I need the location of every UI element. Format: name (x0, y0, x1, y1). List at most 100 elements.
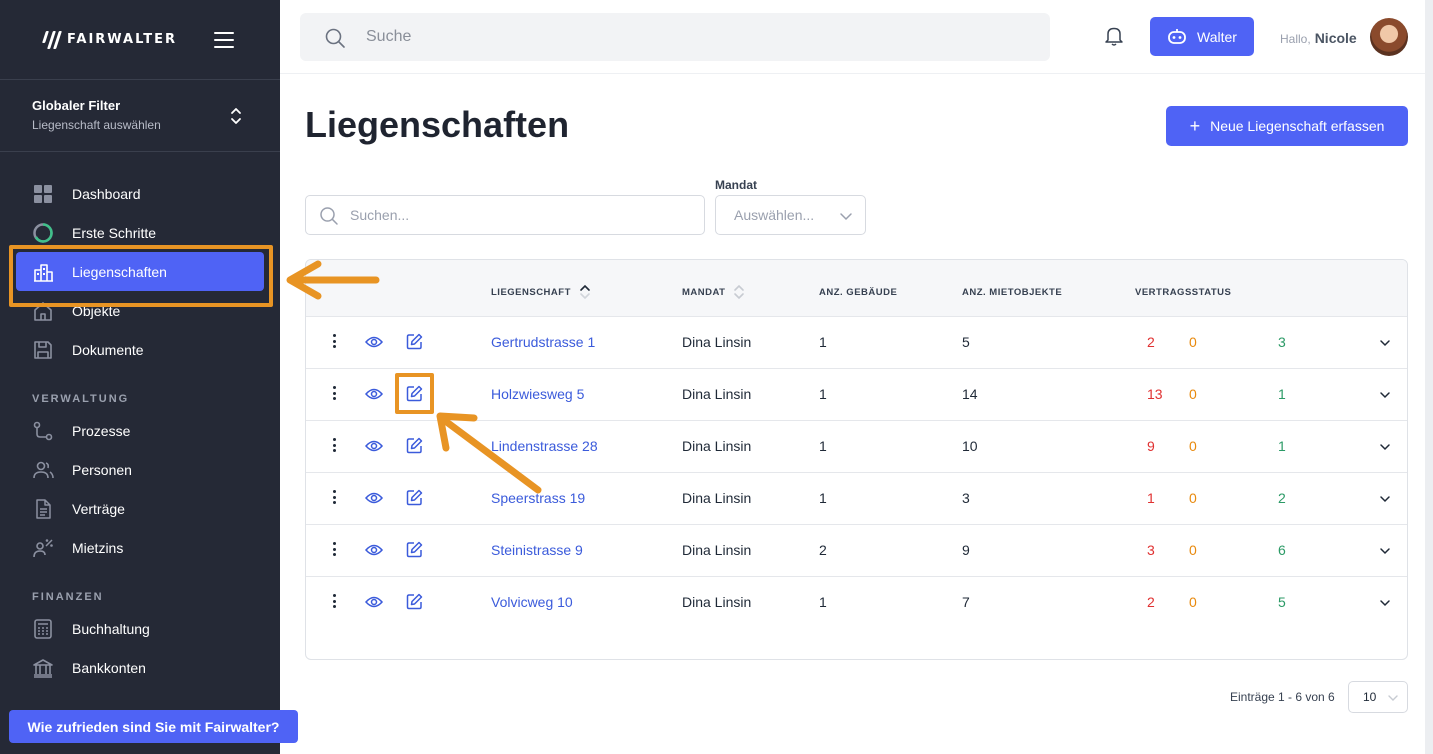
property-name-link[interactable]: Steinistrasse 9 (491, 542, 583, 558)
table-row: Gertrudstrasse 1 Dina Linsin 1 5 2 0 3 (306, 317, 1407, 369)
eye-icon[interactable] (365, 439, 383, 453)
edit-icon[interactable] (406, 593, 423, 610)
walter-assistant-button[interactable]: Walter (1150, 17, 1254, 56)
edit-icon[interactable] (406, 541, 423, 558)
property-name-link[interactable]: Lindenstrasse 28 (491, 438, 598, 454)
sidebar-item-bankkonten[interactable]: Bankkonten (0, 648, 280, 687)
more-options-icon[interactable] (333, 594, 337, 608)
mietobjekte-cell: 3 (962, 490, 970, 506)
fairwalter-logo[interactable]: FAIRWALTER (42, 30, 178, 49)
gebaeude-cell: 1 (819, 594, 827, 610)
mandat-select[interactable]: Auswählen... (715, 195, 866, 235)
chevron-down-icon (1388, 695, 1398, 701)
eye-icon[interactable] (365, 335, 383, 349)
more-options-icon[interactable] (333, 438, 337, 452)
property-name-link[interactable]: Gertrudstrasse 1 (491, 334, 595, 350)
chevron-down-icon[interactable] (1379, 390, 1391, 400)
sidebar-item-vertraege[interactable]: Verträge (0, 489, 280, 528)
document-icon (36, 499, 51, 519)
buildings-icon (34, 264, 53, 282)
sort-icon[interactable] (733, 283, 745, 301)
mietobjekte-cell: 5 (962, 334, 970, 350)
chevron-down-icon[interactable] (1379, 546, 1391, 556)
gebaeude-cell: 2 (819, 542, 827, 558)
status-count-red: 13 (1147, 386, 1163, 402)
chevron-down-icon[interactable] (1379, 598, 1391, 608)
more-options-icon[interactable] (333, 490, 337, 504)
sidebar-item-label: Dashboard (72, 185, 141, 202)
status-count-red: 9 (1147, 438, 1155, 454)
progress-ring-icon (33, 223, 53, 243)
sidebar-item-label: Bankkonten (72, 659, 146, 676)
sidebar-item-dokumente[interactable]: Dokumente (0, 330, 280, 369)
gebaeude-cell: 1 (819, 386, 827, 402)
sidebar-item-label: Buchhaltung (72, 620, 150, 637)
sidebar-item-liegenschaften[interactable]: Liegenschaften (16, 252, 264, 291)
edit-icon[interactable] (406, 385, 423, 402)
sidebar-item-dashboard[interactable]: Dashboard (0, 174, 280, 213)
scrollbar-track[interactable] (1425, 0, 1433, 754)
eye-icon[interactable] (365, 595, 383, 609)
column-label: LIEGENSCHAFT (491, 286, 571, 298)
sidebar-item-buchhaltung[interactable]: Buchhaltung (0, 609, 280, 648)
eye-icon[interactable] (365, 387, 383, 401)
more-options-icon[interactable] (333, 542, 337, 556)
new-property-button[interactable]: + Neue Liegenschaft erfassen (1166, 106, 1408, 146)
eye-icon[interactable] (365, 543, 383, 557)
mandat-cell: Dina Linsin (682, 386, 752, 402)
chevron-down-icon[interactable] (1379, 494, 1391, 504)
table-search-input[interactable] (350, 207, 690, 223)
sidebar-item-personen[interactable]: Personen (0, 450, 280, 489)
sidebar-item-label: Liegenschaften (72, 263, 167, 280)
bell-icon[interactable] (1104, 25, 1124, 47)
chevron-down-icon[interactable] (1379, 442, 1391, 452)
sidebar-item-erste-schritte[interactable]: Erste Schritte (0, 213, 280, 252)
edit-icon[interactable] (406, 333, 423, 350)
users-icon (33, 461, 54, 479)
status-count-green: 6 (1278, 542, 1286, 558)
sort-asc-icon[interactable] (579, 283, 591, 301)
home-icon (34, 302, 52, 321)
table-body: Gertrudstrasse 1 Dina Linsin 1 5 2 0 3 H… (306, 317, 1407, 629)
column-header-gebaeude: ANZ. GEBÄUDE (819, 287, 898, 298)
chevron-down-icon[interactable] (1379, 338, 1391, 348)
global-search[interactable] (300, 13, 1050, 61)
process-icon (33, 421, 53, 441)
table-search[interactable] (305, 195, 705, 235)
menu-toggle-icon[interactable] (214, 32, 234, 48)
edit-icon[interactable] (406, 437, 423, 454)
sidebar-item-mietzins[interactable]: Mietzins (0, 528, 280, 567)
mandat-cell: Dina Linsin (682, 334, 752, 350)
property-name-link[interactable]: Speerstrass 19 (491, 490, 585, 506)
sidebar-item-prozesse[interactable]: Prozesse (0, 411, 280, 450)
table-row: Volvicweg 10 Dina Linsin 1 7 2 0 5 (306, 577, 1407, 629)
sidebar-item-label: Objekte (72, 302, 121, 319)
column-header-liegenschaft[interactable]: LIEGENSCHAFT (491, 283, 591, 301)
percent-person-icon (33, 539, 53, 558)
more-options-icon[interactable] (333, 334, 337, 348)
page-size-value: 10 (1363, 690, 1377, 704)
edit-icon[interactable] (406, 489, 423, 506)
column-header-mandat[interactable]: MANDAT (682, 283, 745, 301)
logo-text: FAIRWALTER (67, 32, 178, 47)
page-size-select[interactable]: 10 (1348, 681, 1408, 713)
section-verwaltung: VERWALTUNG (32, 393, 130, 405)
feedback-button[interactable]: Wie zufrieden sind Sie mit Fairwalter? (9, 710, 298, 743)
property-name-link[interactable]: Volvicweg 10 (491, 594, 573, 610)
mandat-label: Mandat (715, 178, 757, 192)
status-count-red: 3 (1147, 542, 1155, 558)
status-count-green: 2 (1278, 490, 1286, 506)
more-options-icon[interactable] (333, 386, 337, 400)
mietobjekte-cell: 10 (962, 438, 978, 454)
table-row: Lindenstrasse 28 Dina Linsin 1 10 9 0 1 (306, 421, 1407, 473)
property-name-link[interactable]: Holzwiesweg 5 (491, 386, 584, 402)
eye-icon[interactable] (365, 491, 383, 505)
global-filter[interactable]: Globaler Filter Liegenschaft auswählen (0, 80, 280, 152)
avatar[interactable] (1370, 18, 1408, 56)
mandat-placeholder: Auswählen... (734, 207, 815, 223)
global-search-input[interactable] (366, 28, 966, 46)
sidebar-item-objekte[interactable]: Objekte (0, 291, 280, 330)
status-count-green: 1 (1278, 438, 1286, 454)
pagination-info: Einträge 1 - 6 von 6 (1230, 690, 1335, 704)
greeting-text: Hallo, (1280, 32, 1311, 46)
